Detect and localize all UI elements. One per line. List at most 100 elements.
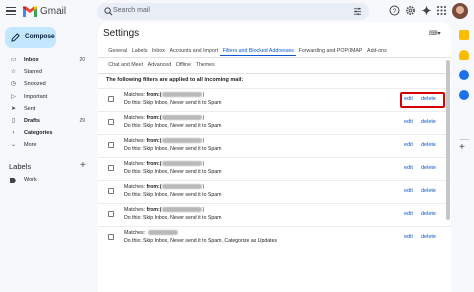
filter-action: Do this: Skip Inbox, Never send it to Sp… [124,123,222,129]
label-tag-icon [10,178,16,183]
tab-chat-and-meet[interactable]: Chat and Meet [106,60,145,70]
tab-advanced[interactable]: Advanced [145,60,173,70]
edit-filter-link[interactable]: edit [404,211,413,217]
delete-filter-link[interactable]: delete [421,165,436,171]
sidebar-item-drafts[interactable]: ▯ Drafts 29 [0,115,93,127]
redacted-address [162,92,203,98]
search-options-icon[interactable] [353,7,362,16]
tasks-icon[interactable] [459,70,469,80]
sidebar-item-label: Drafts [24,117,40,124]
sidebar-item-label: Inbox [24,57,39,63]
filter-checkbox[interactable] [108,119,114,125]
delete-filter-link[interactable]: delete [421,119,436,125]
delete-filter-link[interactable]: delete [421,211,436,217]
tab-offline[interactable]: Offline [174,60,194,70]
filter-checkbox[interactable] [108,211,114,217]
settings-tabs-row-1: General Labels Inbox Accounts and Import… [106,46,389,56]
edit-filter-link[interactable]: edit [404,234,413,240]
filter-checkbox[interactable] [108,165,114,171]
vertical-scrollbar[interactable] [446,60,450,220]
help-icon[interactable]: ? [389,5,400,16]
filter-criteria: Matches: from:() [124,161,205,167]
edit-filter-link[interactable]: edit [404,165,413,171]
edit-filter-link[interactable]: edit [404,119,413,125]
sidebar-item-more[interactable]: ⌄ More [0,139,93,151]
sidebar-item-categories[interactable]: › Categories [0,127,93,139]
sidebar-item-sent[interactable]: ➤ Sent [0,103,93,115]
filter-action: Do this: Skip Inbox, Never send it to Sp… [124,146,222,152]
side-panel: + [455,24,474,292]
settings-tabs-row-2: Chat and Meet Advanced Offline Themes [106,60,217,70]
filter-row: Matches: Do this: Skip Inbox, Never send… [98,226,451,249]
page-title: Settings [103,28,140,39]
star-icon: ☆ [10,69,17,76]
main-menu-icon[interactable] [6,6,16,16]
filter-criteria: Matches: from:() [124,184,205,190]
sidebar-item-label: Sent [24,105,36,112]
filter-row: Matches: from:() Do this: Skip Inbox, Ne… [98,203,451,226]
pencil-icon [11,33,20,42]
delete-filter-link[interactable]: delete [421,188,436,194]
sidebar-item-label: Starred [24,69,43,76]
tab-themes[interactable]: Themes [193,60,217,70]
gmail-m-icon [23,6,37,17]
filter-criteria: Matches: from:() [124,115,205,121]
tab-add-ons[interactable]: Add-ons [365,46,389,56]
filter-checkbox[interactable] [108,234,114,240]
redacted-address [162,161,203,167]
tab-labels[interactable]: Labels [129,46,149,56]
filter-criteria: Matches: from:() [124,207,205,213]
sidebar-item-starred[interactable]: ☆ Starred [0,66,93,78]
filter-criteria: Matches: [124,230,178,236]
tab-inbox[interactable]: Inbox [150,46,168,56]
labels-heading: Labels [9,162,32,171]
send-icon: ➤ [10,105,17,112]
clock-icon: ◷ [10,81,17,88]
label-item-work[interactable]: Work [0,175,94,187]
search-icon[interactable] [104,7,113,16]
compose-button[interactable]: Compose [5,27,56,48]
keep-icon[interactable] [459,50,469,60]
sidebar-item-snoozed[interactable]: ◷ Snoozed [0,78,93,90]
label-name: Work [24,177,37,183]
tab-filters-and-blocked-addresses[interactable]: Filters and Blocked Addresses [220,46,297,56]
create-label-plus-icon[interactable]: + [80,160,86,171]
tab-accounts-and-import[interactable]: Accounts and Import [167,46,220,56]
contacts-icon[interactable] [459,90,469,100]
app-name: Gmail [40,6,67,17]
settings-gear-icon[interactable] [405,5,416,16]
filter-checkbox[interactable] [108,188,114,194]
sidebar-item-important[interactable]: ▷ Important [0,91,93,103]
redacted-address [162,115,203,121]
redacted-address [162,184,203,190]
svg-text:?: ? [393,8,397,15]
filter-checkbox[interactable] [108,96,114,102]
delete-filter-link[interactable]: delete [421,142,436,148]
search-bar[interactable]: Search mail [97,3,369,20]
tab-general[interactable]: General [106,46,129,56]
unread-count: 20 [79,57,85,63]
apps-grid-icon[interactable] [436,5,447,16]
search-placeholder: Search mail [113,7,150,14]
filter-action: Do this: Skip Inbox, Never send it to Sp… [124,238,278,244]
calendar-icon[interactable] [459,30,469,40]
account-avatar[interactable] [452,3,468,19]
label-important-icon: ▷ [11,93,16,100]
edit-filter-link[interactable]: edit [404,142,413,148]
filter-action: Do this: Skip Inbox, Never send it to Sp… [124,169,222,175]
gmail-logo[interactable]: Gmail [23,5,66,18]
draft-count: 29 [79,117,85,124]
sidebar-item-inbox[interactable]: ▭ Inbox 20 [0,54,93,66]
filter-row: Matches: from:() Do this: Skip Inbox, Ne… [98,180,451,203]
filter-action: Do this: Skip Inbox, Never send it to Sp… [124,215,222,221]
tabs-divider [98,57,451,58]
gemini-sparkle-icon[interactable] [421,5,432,16]
delete-filter-link[interactable]: delete [421,234,436,240]
sidebar-item-label: Important [24,93,48,100]
tab-forwarding-and-pop-imap[interactable]: Forwarding and POP/IMAP [296,46,364,56]
filter-checkbox[interactable] [108,142,114,148]
edit-filter-link[interactable]: edit [404,188,413,194]
input-tools-keyboard-icon[interactable]: ⌨▾ [429,30,441,37]
get-add-ons-plus-icon[interactable]: + [459,142,465,153]
settings-panel: Settings ⌨▾ General Labels Inbox Account… [98,22,451,292]
